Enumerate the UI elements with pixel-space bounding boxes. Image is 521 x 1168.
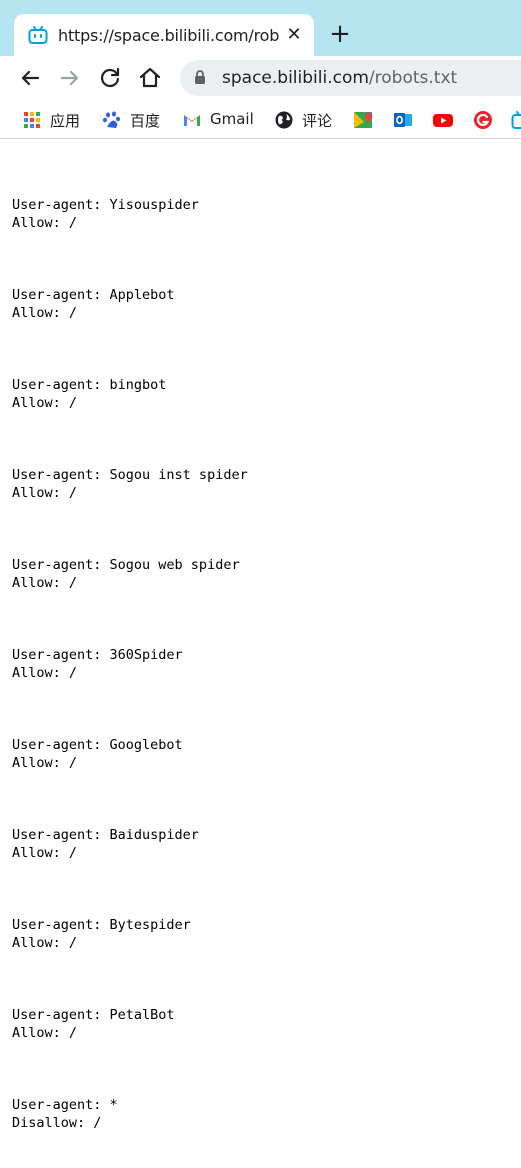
bookmarks-bar: 应用 百度 Gmail 评论 — [0, 102, 521, 139]
outlook-icon — [393, 110, 413, 130]
close-tab-icon[interactable]: ✕ — [284, 25, 304, 45]
globe-icon — [274, 110, 294, 130]
bookmark-maps[interactable] — [353, 109, 373, 131]
user-agent-line: User-agent: 360Spider — [12, 646, 248, 664]
robots-rule-group: User-agent: GooglebotAllow: / — [12, 736, 248, 772]
user-agent-line: User-agent: Sogou web spider — [12, 556, 248, 574]
rule-line: Allow: / — [12, 394, 248, 412]
robots-rule-group: User-agent: Sogou web spiderAllow: / — [12, 556, 248, 592]
robots-rule-group: User-agent: BaiduspiderAllow: / — [12, 826, 248, 862]
rule-line: Disallow: / — [12, 1114, 248, 1132]
user-agent-line: User-agent: Sogou inst spider — [12, 466, 248, 484]
red-g-icon — [473, 110, 493, 130]
rule-line: Allow: / — [12, 844, 248, 862]
home-icon[interactable] — [136, 64, 164, 92]
user-agent-line: User-agent: PetalBot — [12, 1006, 248, 1024]
gmail-icon — [182, 110, 202, 130]
youtube-icon — [432, 110, 454, 130]
user-agent-line: User-agent: Bytespider — [12, 916, 248, 934]
address-bar[interactable]: space.bilibili.com/robots.txt — [180, 60, 521, 96]
rule-line: Allow: / — [12, 664, 248, 682]
apps-grid-icon — [22, 110, 42, 130]
rule-line: Allow: / — [12, 214, 248, 232]
google-maps-icon — [353, 110, 373, 130]
robots-rule-group: User-agent: *Disallow: / — [12, 1096, 248, 1132]
url-text[interactable]: space.bilibili.com/robots.txt — [222, 68, 457, 88]
forward-arrow-icon[interactable] — [56, 64, 84, 92]
bookmark-g-site[interactable] — [473, 109, 493, 131]
user-agent-line: User-agent: * — [12, 1096, 248, 1114]
lock-icon[interactable] — [194, 70, 206, 84]
robots-txt-content: User-agent: YisouspiderAllow: / User-age… — [12, 160, 248, 1168]
bookmark-youtube[interactable] — [432, 109, 454, 131]
robots-rule-group: User-agent: bingbotAllow: / — [12, 376, 248, 412]
rule-line: Allow: / — [12, 754, 248, 772]
user-agent-line: User-agent: Applebot — [12, 286, 248, 304]
robots-rule-group: User-agent: 360SpiderAllow: / — [12, 646, 248, 682]
robots-rule-group: User-agent: Sogou inst spiderAllow: / — [12, 466, 248, 502]
reload-icon[interactable] — [96, 64, 124, 92]
rule-line: Allow: / — [12, 1024, 248, 1042]
robots-rule-group: User-agent: YisouspiderAllow: / — [12, 196, 248, 232]
bookmark-label: Gmail — [210, 110, 254, 128]
url-path: /robots.txt — [369, 68, 457, 88]
bookmark-bilibili[interactable] — [511, 109, 521, 131]
rule-line: Allow: / — [12, 484, 248, 502]
baidu-paw-icon — [102, 110, 122, 130]
bookmark-outlook[interactable] — [393, 109, 413, 131]
tab-strip: https://space.bilibili.com/robots.txt ✕ … — [0, 0, 521, 56]
bookmark-label: 应用 — [50, 110, 80, 131]
user-agent-line: User-agent: Googlebot — [12, 736, 248, 754]
rule-line: Allow: / — [12, 304, 248, 322]
bilibili-tv-icon — [28, 25, 48, 45]
robots-rule-group: User-agent: ApplebotAllow: / — [12, 286, 248, 322]
robots-rule-group: User-agent: BytespiderAllow: / — [12, 916, 248, 952]
new-tab-button[interactable]: + — [328, 23, 352, 47]
back-arrow-icon[interactable] — [16, 64, 44, 92]
user-agent-line: User-agent: bingbot — [12, 376, 248, 394]
user-agent-line: User-agent: Baiduspider — [12, 826, 248, 844]
tab-title: https://space.bilibili.com/robots.txt — [58, 26, 280, 45]
robots-rule-group: User-agent: PetalBotAllow: / — [12, 1006, 248, 1042]
rule-line: Allow: / — [12, 574, 248, 592]
bilibili-tv-icon — [511, 110, 521, 130]
bookmark-label: 百度 — [130, 110, 160, 131]
active-tab[interactable]: https://space.bilibili.com/robots.txt ✕ — [14, 14, 314, 56]
user-agent-line: User-agent: Yisouspider — [12, 196, 248, 214]
browser-toolbar: space.bilibili.com/robots.txt — [0, 56, 521, 102]
bookmark-label: 评论 — [302, 110, 332, 131]
url-host: space.bilibili.com — [222, 68, 369, 88]
rule-line: Allow: / — [12, 934, 248, 952]
